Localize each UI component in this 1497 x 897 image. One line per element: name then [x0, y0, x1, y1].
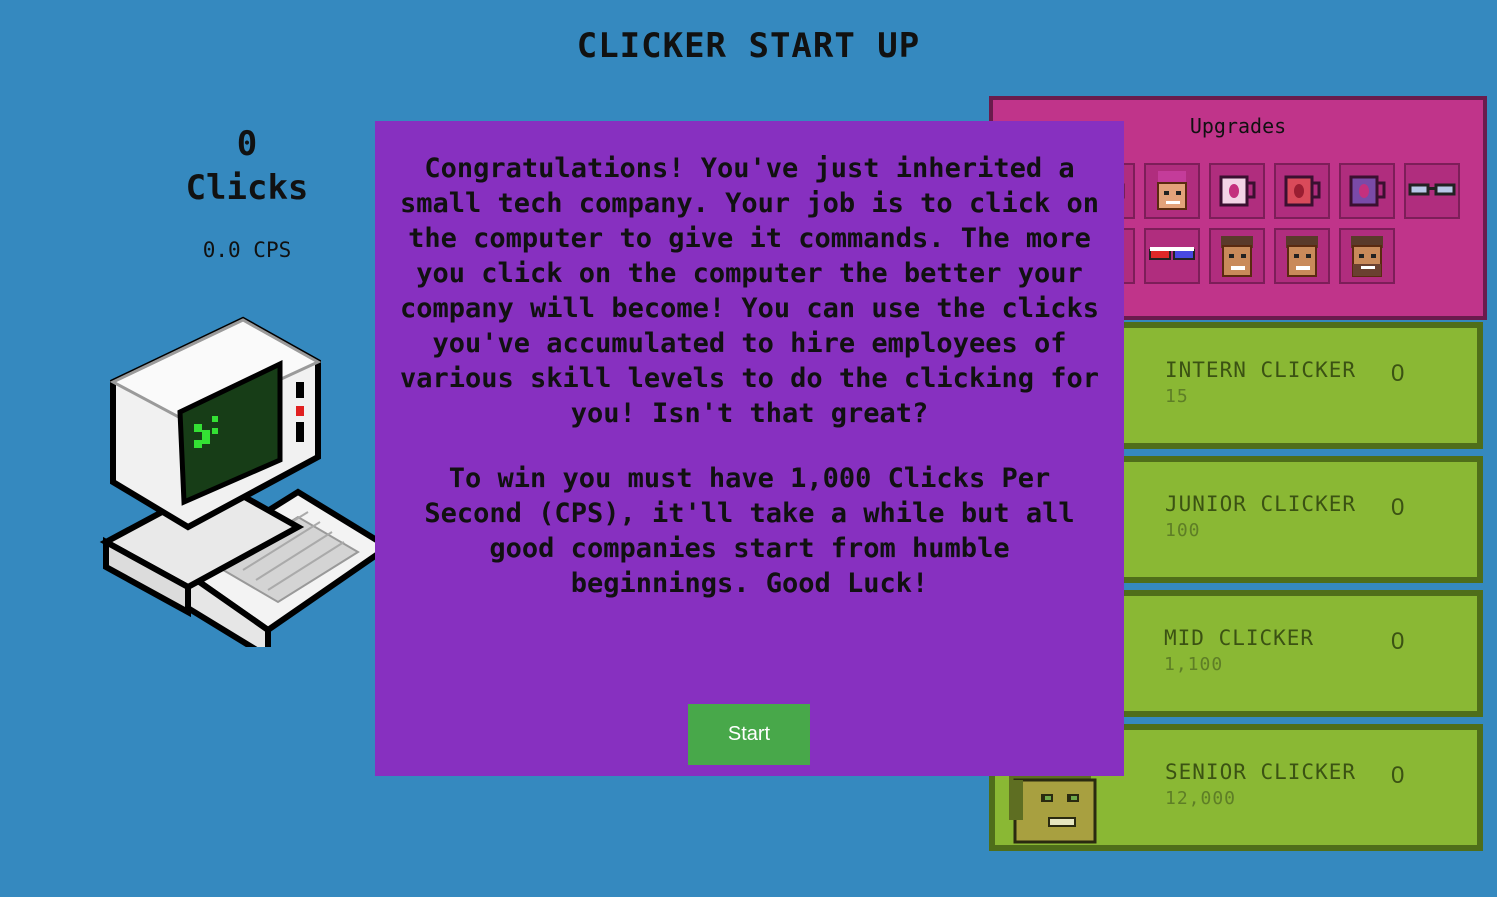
- upgrade-slot-face-pink[interactable]: [1144, 163, 1200, 219]
- upgrade-slot-mug-white[interactable]: [1209, 163, 1265, 219]
- upgrade-slot-3d-glasses[interactable]: [1144, 228, 1200, 284]
- game-page: CLICKER START UP 0 Clicks 0.0 CPS Upgrad…: [0, 0, 1497, 897]
- employee-count: 0: [1391, 494, 1405, 521]
- employee-cost: 12,000: [1165, 788, 1237, 809]
- employee-cost: 15: [1165, 386, 1189, 407]
- employee-name: SENIOR CLICKER: [1165, 760, 1357, 784]
- face-brown-icon: [1221, 236, 1253, 277]
- 3d-glasses-icon: [1149, 247, 1195, 260]
- upgrade-slot-mug-purple[interactable]: [1339, 163, 1395, 219]
- intro-modal: Congratulations! You've just inherited a…: [375, 121, 1124, 776]
- face-pink-hair-icon: [1157, 171, 1187, 210]
- employee-count: 0: [1391, 360, 1405, 387]
- computer-click-target[interactable]: [98, 312, 394, 663]
- click-counter: 0 Clicks: [147, 122, 347, 210]
- upgrade-slot-face-beard[interactable]: [1339, 228, 1395, 284]
- face-beard-icon: [1351, 236, 1383, 277]
- glasses-icon: [1408, 183, 1456, 196]
- upgrade-slot-face-brown-1[interactable]: [1209, 228, 1265, 284]
- employee-count: 0: [1391, 762, 1405, 789]
- employee-name: INTERN CLICKER: [1165, 358, 1357, 382]
- employee-name: JUNIOR CLICKER: [1165, 492, 1357, 516]
- intro-paragraph-1: Congratulations! You've just inherited a…: [400, 153, 1099, 429]
- upgrade-slot-face-brown-2[interactable]: [1274, 228, 1330, 284]
- mug-white-icon: [1219, 175, 1256, 207]
- start-button[interactable]: Start: [688, 704, 810, 765]
- face-brown-icon: [1286, 236, 1318, 277]
- computer-icon: [99, 316, 394, 663]
- clicks-value: 0: [236, 124, 258, 164]
- cps-readout: 0.0 CPS: [202, 238, 292, 262]
- upgrade-slot-glasses[interactable]: [1404, 163, 1460, 219]
- intro-paragraph-2: To win you must have 1,000 Clicks Per Se…: [424, 463, 1075, 599]
- employee-cost: 100: [1165, 520, 1201, 541]
- game-title: CLICKER START UP: [576, 26, 921, 66]
- employee-count: 0: [1391, 628, 1405, 655]
- upgrade-slot-mug-red[interactable]: [1274, 163, 1330, 219]
- clicks-label: Clicks: [185, 168, 309, 208]
- employee-cost: 1,100: [1164, 654, 1224, 675]
- employee-name: MID CLICKER: [1164, 626, 1315, 650]
- mug-red-icon: [1284, 175, 1321, 207]
- mug-purple-icon: [1349, 175, 1386, 207]
